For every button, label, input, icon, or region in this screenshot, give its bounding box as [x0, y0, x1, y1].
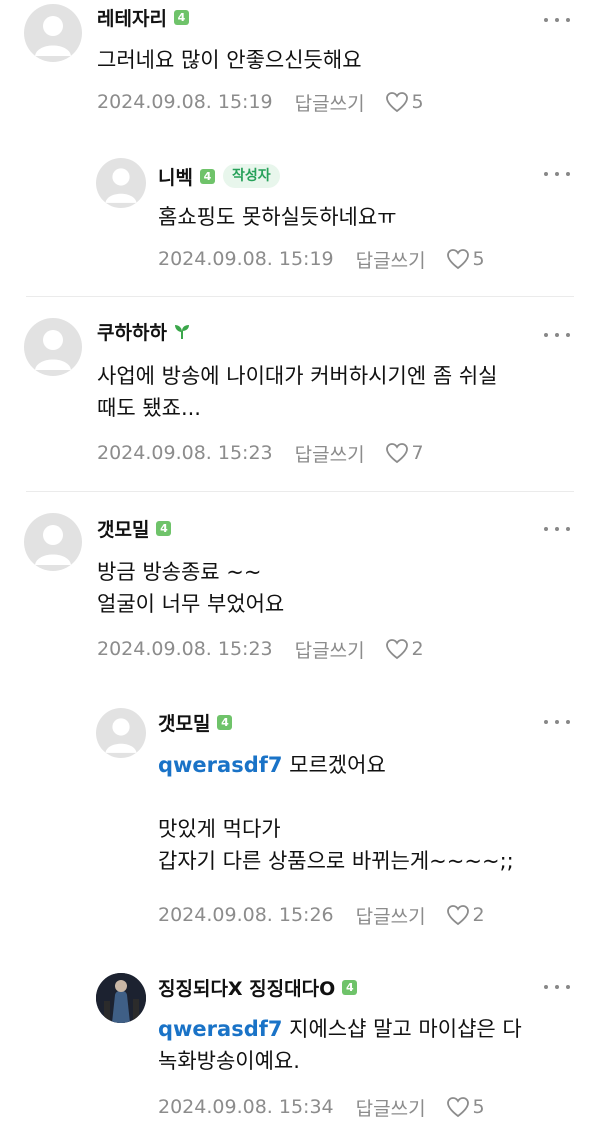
divider	[26, 296, 574, 297]
reply-comment: 징징되다X 징징대다O 4 qwerasdf7 지에스샵 말고 마이샵은 다 녹…	[0, 965, 600, 1135]
comment-author[interactable]: 쿠하하하	[97, 318, 191, 344]
level-badge: 4	[217, 714, 233, 730]
level-badge: 4	[173, 9, 189, 25]
divider	[26, 491, 574, 492]
like-button[interactable]: 2	[446, 904, 485, 926]
reply-button[interactable]: 답글쓰기	[356, 902, 426, 929]
default-avatar-icon	[105, 168, 137, 203]
like-button[interactable]: 5	[385, 91, 424, 113]
more-options-button[interactable]	[544, 977, 570, 997]
like-count: 2	[411, 638, 424, 660]
heart-icon	[446, 1097, 469, 1118]
like-count: 2	[472, 904, 485, 926]
comment-text: 그러네요 많이 안좋으신듯해요	[97, 48, 362, 72]
reply-comment: 갯모밀 4 qwerasdf7 모르겠어요 맛있게 먹다가 갑자기 다른 상품으…	[0, 700, 600, 940]
comment-date: 2024.09.08. 15:34	[158, 1096, 334, 1118]
comment-text: 방금 방송종료 ~~ 얼굴이 너무 부었어요	[97, 560, 285, 616]
comment-text: qwerasdf7 지에스샵 말고 마이샵은 다 녹화방송이예요.	[158, 1017, 522, 1073]
comment-meta: 2024.09.08. 15:23 답글쓰기 7	[97, 440, 424, 466]
more-options-button[interactable]	[544, 712, 570, 732]
avatar[interactable]	[96, 973, 146, 1023]
comment-date: 2024.09.08. 15:19	[158, 248, 334, 270]
avatar[interactable]	[24, 513, 82, 571]
comment-author[interactable]: 니벡 4 작성자	[158, 163, 280, 189]
more-options-button[interactable]	[544, 10, 570, 30]
avatar[interactable]	[96, 708, 146, 758]
reply-button[interactable]: 답글쓰기	[295, 636, 365, 663]
reply-button[interactable]: 답글쓰기	[295, 89, 365, 116]
heart-icon	[385, 92, 408, 113]
comment-date: 2024.09.08. 15:23	[97, 638, 273, 660]
comment-text: 홈쇼핑도 못하실듯하네요ㅠ	[158, 205, 397, 229]
comment-author[interactable]: 레테자리 4	[97, 4, 189, 30]
comment: 갯모밀 4 방금 방송종료 ~~ 얼굴이 너무 부었어요 2024.09.08.…	[0, 505, 600, 675]
like-button[interactable]: 2	[385, 638, 424, 660]
reply-button[interactable]: 답글쓰기	[356, 1094, 426, 1121]
comment-author[interactable]: 징징되다X 징징대다O 4	[158, 974, 358, 1000]
comment-meta: 2024.09.08. 15:19 답글쓰기 5	[158, 246, 485, 272]
avatar[interactable]	[24, 4, 82, 62]
like-count: 7	[411, 442, 424, 464]
comment-date: 2024.09.08. 15:23	[97, 442, 273, 464]
comment-meta: 2024.09.08. 15:26 답글쓰기 2	[158, 902, 485, 928]
reply-button[interactable]: 답글쓰기	[356, 246, 426, 273]
reply-comment: 니벡 4 작성자 홈쇼핑도 못하실듯하네요ㅠ 2024.09.08. 15:19…	[0, 150, 600, 280]
level-badge: 4	[342, 979, 358, 995]
level-badge: 4	[199, 168, 215, 184]
comment: 레테자리 4 그러네요 많이 안좋으신듯해요 2024.09.08. 15:19…	[0, 0, 600, 120]
heart-icon	[385, 639, 408, 660]
avatar[interactable]	[24, 318, 82, 376]
level-badge: 4	[156, 520, 172, 536]
like-count: 5	[472, 1096, 485, 1118]
comment-author[interactable]: 갯모밀 4	[97, 515, 172, 541]
comment-meta: 2024.09.08. 15:19 답글쓰기 5	[97, 89, 424, 115]
comment-date: 2024.09.08. 15:26	[158, 904, 334, 926]
heart-icon	[446, 249, 469, 270]
heart-icon	[385, 443, 408, 464]
photo-avatar-icon	[96, 973, 146, 1023]
user-mention[interactable]: qwerasdf7	[158, 753, 282, 777]
comment: 쿠하하하 사업에 방송에 나이대가 커버하시기엔 좀 쉬실 때도 됐죠... 2…	[0, 310, 600, 480]
comment-author[interactable]: 갯모밀 4	[158, 709, 233, 735]
comment-meta: 2024.09.08. 15:34 답글쓰기 5	[158, 1094, 485, 1120]
author-tag: 작성자	[222, 164, 280, 188]
like-count: 5	[472, 248, 485, 270]
like-count: 5	[411, 91, 424, 113]
like-button[interactable]: 5	[446, 248, 485, 270]
like-button[interactable]: 5	[446, 1096, 485, 1118]
default-avatar-icon	[35, 525, 71, 565]
heart-icon	[446, 905, 469, 926]
default-avatar-icon	[35, 16, 71, 56]
comment-text: 사업에 방송에 나이대가 커버하시기엔 좀 쉬실 때도 됐죠...	[97, 364, 498, 420]
user-mention[interactable]: qwerasdf7	[158, 1017, 282, 1041]
like-button[interactable]: 7	[385, 442, 424, 464]
sprout-icon	[174, 325, 189, 339]
avatar[interactable]	[96, 158, 146, 208]
reply-button[interactable]: 답글쓰기	[295, 440, 365, 467]
default-avatar-icon	[35, 330, 71, 370]
default-avatar-icon	[105, 718, 137, 753]
comment-date: 2024.09.08. 15:19	[97, 91, 273, 113]
more-options-button[interactable]	[544, 325, 570, 345]
more-options-button[interactable]	[544, 164, 570, 184]
comment-text: qwerasdf7 모르겠어요 맛있게 먹다가 갑자기 다른 상품으로 바뀌는게…	[158, 753, 514, 873]
comment-meta: 2024.09.08. 15:23 답글쓰기 2	[97, 636, 424, 662]
more-options-button[interactable]	[544, 519, 570, 539]
